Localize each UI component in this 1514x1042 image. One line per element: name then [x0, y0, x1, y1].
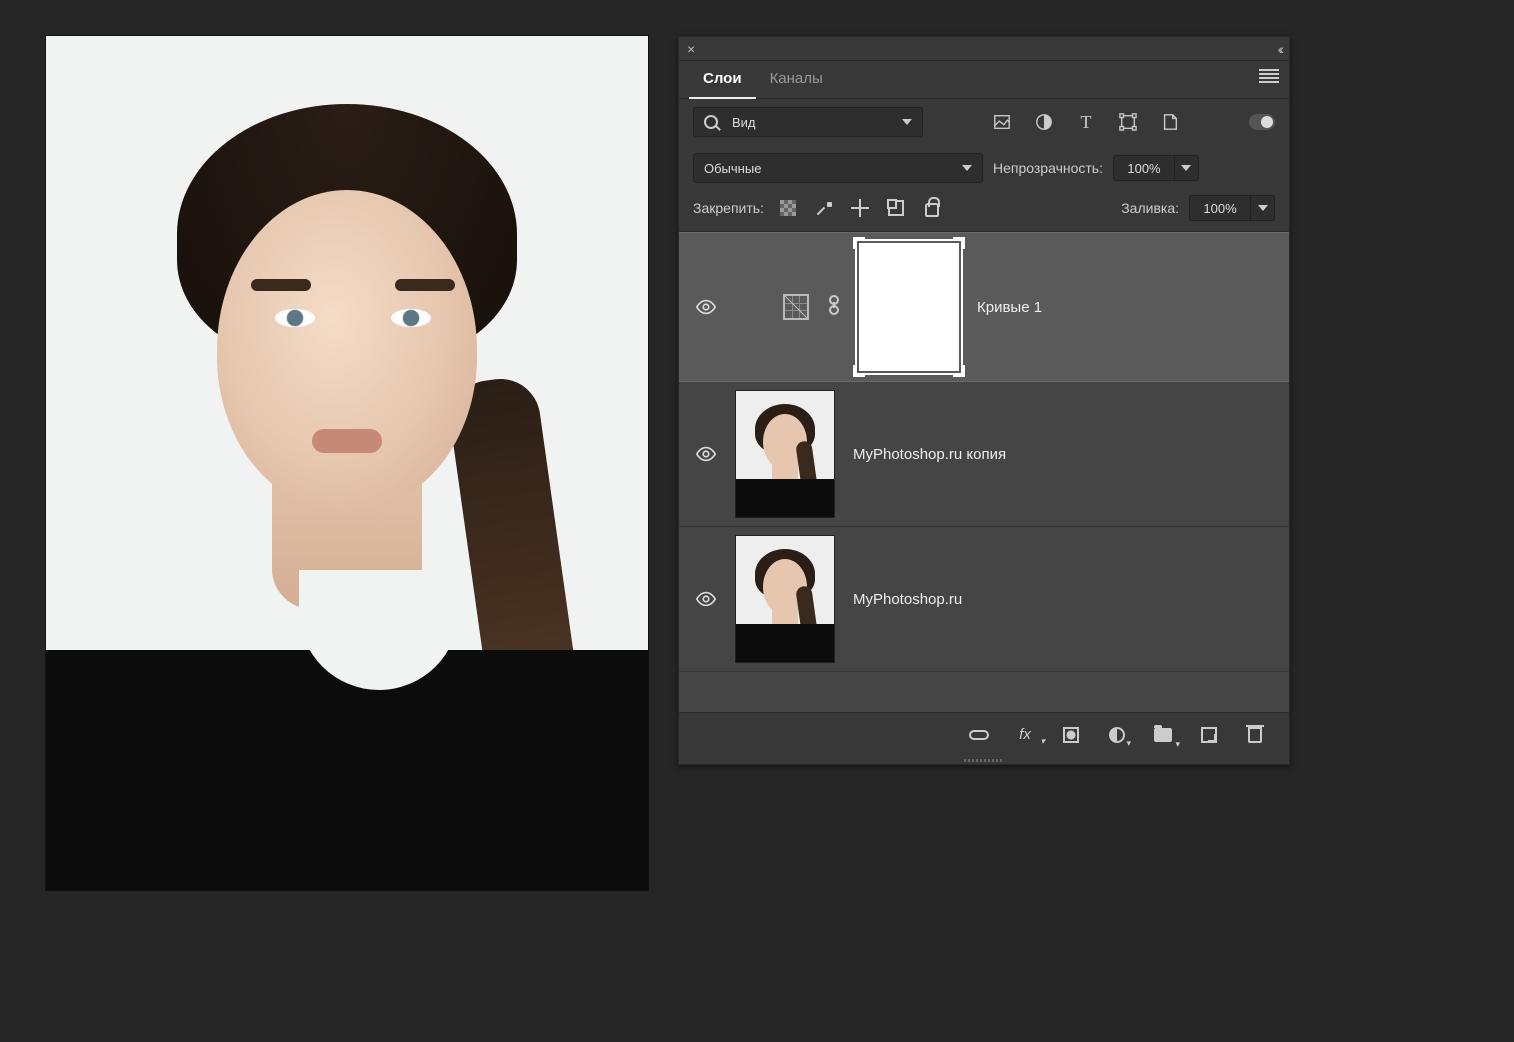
- lock-artboard-icon[interactable]: [886, 198, 906, 218]
- curves-adjustment-icon: [783, 294, 809, 320]
- tab-layers[interactable]: Слои: [689, 60, 756, 99]
- opacity-input[interactable]: 100%: [1113, 155, 1175, 181]
- lock-position-icon[interactable]: [850, 198, 870, 218]
- canvas-image-placeholder: [46, 36, 648, 890]
- panel-resize-grip[interactable]: [679, 756, 1289, 764]
- new-group-icon[interactable]: [1153, 725, 1173, 745]
- layer-row[interactable]: Кривые 1: [679, 232, 1289, 382]
- chevron-down-icon: [902, 119, 912, 125]
- canvas-document[interactable]: [46, 36, 648, 890]
- visibility-toggle-icon[interactable]: [695, 296, 717, 318]
- layers-panel: × ‹‹ Слои Каналы Вид: [678, 36, 1290, 765]
- opacity-value: 100%: [1127, 161, 1160, 176]
- fill-value: 100%: [1203, 201, 1236, 216]
- lock-all-icon[interactable]: [922, 198, 942, 218]
- collapse-panel-icon[interactable]: ‹‹: [1278, 41, 1281, 57]
- layer-effects-icon[interactable]: fx: [1015, 725, 1035, 745]
- close-icon[interactable]: ×: [687, 42, 695, 56]
- filter-adjustment-icon[interactable]: [1034, 112, 1054, 132]
- layer-filter-type-dropdown[interactable]: Вид: [693, 107, 923, 137]
- chevron-down-icon: [1181, 165, 1191, 171]
- opacity-slider-toggle[interactable]: [1175, 155, 1199, 181]
- tab-label: Слои: [703, 70, 742, 87]
- layers-panel-footer: fx: [679, 712, 1289, 756]
- layer-row[interactable]: MyPhotoshop.ru копия: [679, 382, 1289, 527]
- fill-input[interactable]: 100%: [1189, 195, 1251, 221]
- chevron-down-icon: [962, 165, 972, 171]
- blend-mode-dropdown[interactable]: Обычные: [693, 153, 983, 183]
- layer-name-label[interactable]: Кривые 1: [977, 299, 1042, 316]
- new-layer-icon[interactable]: [1199, 725, 1219, 745]
- search-icon: [704, 115, 718, 129]
- lock-transparency-icon[interactable]: [778, 198, 798, 218]
- visibility-toggle-icon[interactable]: [695, 443, 717, 465]
- tab-channels[interactable]: Каналы: [756, 60, 837, 99]
- layer-thumbnail[interactable]: [735, 535, 835, 663]
- filter-smartobject-icon[interactable]: [1160, 112, 1180, 132]
- filter-type-icon[interactable]: T: [1076, 112, 1096, 132]
- layer-thumbnail[interactable]: [735, 390, 835, 518]
- layer-name-label[interactable]: MyPhotoshop.ru: [853, 591, 962, 608]
- layer-mask-thumbnail[interactable]: [859, 243, 959, 371]
- fill-label: Заливка:: [1121, 200, 1179, 216]
- delete-layer-icon[interactable]: [1245, 725, 1265, 745]
- add-mask-icon[interactable]: [1061, 725, 1081, 745]
- filter-shape-icon[interactable]: [1118, 112, 1138, 132]
- layers-list: Кривые 1 MyPhotoshop.ru копия: [679, 232, 1289, 712]
- fill-slider-toggle[interactable]: [1251, 195, 1275, 221]
- lock-pixels-icon[interactable]: [814, 198, 834, 218]
- visibility-toggle-icon[interactable]: [695, 588, 717, 610]
- mask-link-icon[interactable]: [827, 294, 841, 321]
- blend-mode-value: Обычные: [704, 161, 761, 176]
- new-adjustment-layer-icon[interactable]: [1107, 725, 1127, 745]
- opacity-label: Непрозрачность:: [993, 160, 1103, 176]
- filter-pixel-icon[interactable]: [992, 112, 1012, 132]
- layer-name-label[interactable]: MyPhotoshop.ru копия: [853, 446, 1006, 463]
- layer-row[interactable]: MyPhotoshop.ru: [679, 527, 1289, 672]
- filter-type-label: Вид: [732, 115, 756, 130]
- chevron-down-icon: [1258, 205, 1268, 211]
- link-layers-icon[interactable]: [969, 725, 989, 745]
- panel-menu-icon[interactable]: [1259, 69, 1279, 83]
- filter-toggle-switch[interactable]: [1249, 114, 1275, 130]
- lock-label: Закрепить:: [693, 200, 764, 216]
- tab-label: Каналы: [770, 70, 823, 87]
